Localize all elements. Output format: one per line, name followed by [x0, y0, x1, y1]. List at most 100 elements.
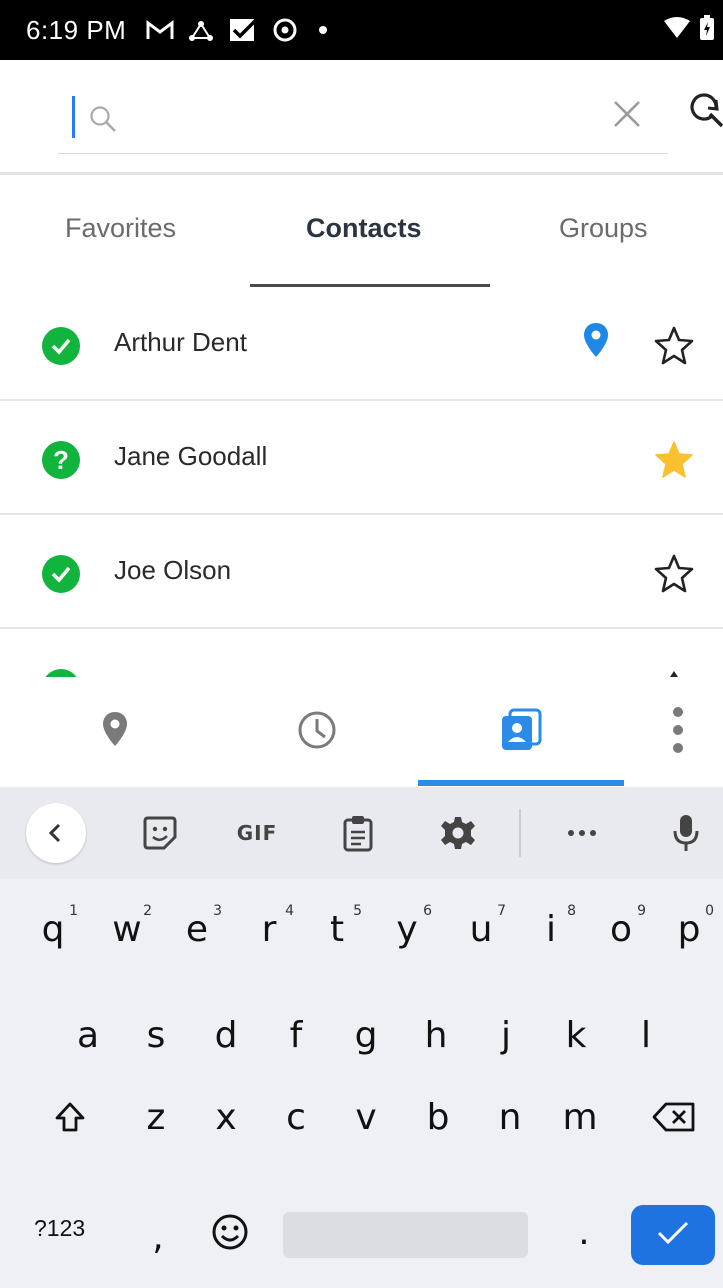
key-hint-number: 6: [423, 903, 432, 919]
on-screen-keyboard: GIF q1w2e3r4t5y6u7i8o9p0 asdfghjkl zxcvb…: [0, 787, 723, 1288]
key-x[interactable]: x: [198, 1087, 254, 1147]
key-hint-number: 1: [69, 903, 78, 919]
key-label: t: [329, 908, 345, 950]
key-p[interactable]: p0: [660, 899, 718, 959]
key-g[interactable]: g: [338, 1005, 394, 1065]
wifi-icon: [663, 16, 691, 44]
symbols-key[interactable]: ?123: [34, 1215, 85, 1242]
key-hint-number: 8: [567, 903, 576, 919]
status-bar: 6:19 PM: [0, 0, 723, 60]
more-horizontal-icon[interactable]: [552, 805, 612, 861]
toolbar-divider: [519, 809, 521, 857]
key-label: y: [396, 908, 418, 950]
clock-icon: [296, 709, 338, 756]
space-key[interactable]: [283, 1212, 528, 1258]
key-label: o: [609, 908, 633, 950]
chevron-left-icon[interactable]: [26, 803, 86, 863]
key-label: u: [469, 908, 493, 950]
key-m[interactable]: m: [552, 1087, 608, 1147]
key-z[interactable]: z: [128, 1087, 184, 1147]
key-y[interactable]: y6: [378, 899, 436, 959]
notification-dot-icon: [318, 25, 328, 35]
key-w[interactable]: w2: [98, 899, 156, 959]
key-v[interactable]: v: [338, 1087, 394, 1147]
key-hint-number: 2: [143, 903, 152, 919]
inbox-check-icon: [228, 17, 258, 43]
microphone-icon[interactable]: [656, 805, 716, 861]
tab-groups[interactable]: Groups: [559, 213, 648, 244]
key-u[interactable]: u7: [452, 899, 510, 959]
key-s[interactable]: s: [128, 1005, 184, 1065]
contact-row[interactable]: Arthur Dent: [0, 287, 723, 401]
check-icon: [42, 555, 80, 593]
search-input[interactable]: [128, 96, 628, 140]
check-icon: [42, 327, 80, 365]
search-refresh-icon[interactable]: [686, 92, 723, 137]
key-k[interactable]: k: [548, 1005, 604, 1065]
nav-contacts[interactable]: [466, 677, 576, 787]
key-hint-number: 0: [705, 903, 714, 919]
question-icon: ?: [42, 441, 80, 479]
key-f[interactable]: f: [268, 1005, 324, 1065]
gear-icon[interactable]: [428, 805, 488, 861]
key-n[interactable]: n: [482, 1087, 538, 1147]
contact-list: Arthur Dent ? Jane Goodall Joe Olson: [0, 287, 723, 677]
key-label: e: [185, 908, 209, 950]
emoji-icon[interactable]: [200, 1202, 260, 1262]
key-q[interactable]: q1: [24, 899, 82, 959]
tab-contacts[interactable]: Contacts: [306, 213, 422, 244]
contact-row[interactable]: ? Jane Goodall: [0, 401, 723, 515]
text-caret: [72, 96, 75, 138]
key-hint-number: 7: [497, 903, 506, 919]
star-outline-icon[interactable]: [654, 553, 694, 598]
key-label: r: [261, 908, 277, 950]
key-label: i: [545, 908, 556, 950]
key-hint-number: 3: [213, 903, 222, 919]
contact-name: Jane Goodall: [114, 441, 268, 471]
key-o[interactable]: o9: [592, 899, 650, 959]
location-pin-icon[interactable]: [582, 321, 610, 366]
key-hint-number: 9: [637, 903, 646, 919]
key-l[interactable]: l: [618, 1005, 674, 1065]
checkmark-icon: [656, 1220, 690, 1251]
enter-key[interactable]: [631, 1205, 715, 1265]
comma-key[interactable]: ,: [140, 1207, 176, 1267]
contact-name: Arthur Dent: [114, 327, 247, 357]
clipboard-icon[interactable]: [328, 805, 388, 861]
gmail-icon: [146, 19, 174, 41]
nav-more[interactable]: [650, 677, 706, 787]
check-icon: [42, 669, 80, 677]
nav-recents[interactable]: [262, 677, 372, 787]
star-filled-icon[interactable]: [654, 439, 694, 484]
nav-active-indicator: [418, 780, 624, 786]
key-i[interactable]: i8: [522, 899, 580, 959]
key-b[interactable]: b: [410, 1087, 466, 1147]
contacts-book-icon: [500, 708, 542, 757]
key-h[interactable]: h: [408, 1005, 464, 1065]
nav-location[interactable]: [60, 677, 170, 787]
gif-button[interactable]: GIF: [222, 805, 292, 861]
status-right: [663, 0, 715, 60]
sticker-icon[interactable]: [130, 805, 190, 861]
key-e[interactable]: e3: [168, 899, 226, 959]
period-key[interactable]: .: [566, 1202, 602, 1262]
key-label: w: [112, 908, 142, 950]
key-label: q: [41, 908, 65, 950]
key-a[interactable]: a: [60, 1005, 116, 1065]
tab-favorites[interactable]: Favorites: [65, 213, 176, 244]
backspace-icon[interactable]: [646, 1087, 702, 1147]
key-j[interactable]: j: [478, 1005, 534, 1065]
key-r[interactable]: r4: [240, 899, 298, 959]
search-field[interactable]: [58, 84, 668, 154]
contact-row-partial[interactable]: [0, 629, 723, 677]
key-c[interactable]: c: [268, 1087, 324, 1147]
shift-icon[interactable]: [42, 1087, 98, 1147]
contact-row[interactable]: Joe Olson: [0, 515, 723, 629]
network-icon: [188, 18, 214, 42]
key-d[interactable]: d: [198, 1005, 254, 1065]
key-hint-number: 4: [285, 903, 294, 919]
key-t[interactable]: t5: [308, 899, 366, 959]
close-icon[interactable]: [610, 97, 644, 136]
star-outline-icon[interactable]: [654, 325, 694, 370]
key-label: p: [677, 908, 701, 950]
